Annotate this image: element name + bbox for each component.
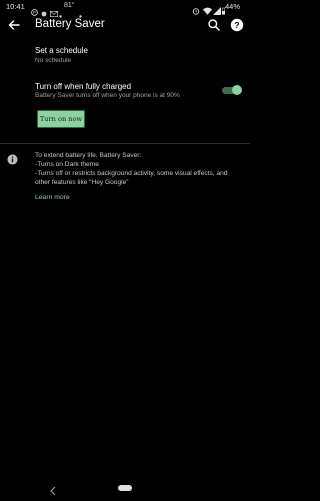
help-icon: ? — [230, 18, 244, 32]
svg-text:?: ? — [234, 20, 239, 30]
search-icon — [208, 19, 220, 31]
info-icon — [7, 152, 18, 170]
turn-off-title: Turn off when fully charged — [35, 82, 132, 91]
info-line: To extend battery life, Battery Saver: — [35, 152, 142, 159]
info-line: -Turns off or restricts background activ… — [35, 170, 228, 177]
back-button[interactable] — [6, 17, 22, 33]
nav-back-button[interactable] — [49, 483, 57, 501]
divider — [0, 143, 250, 144]
turn-on-now-button[interactable]: Turn on now — [37, 110, 85, 128]
alarm-icon — [192, 2, 200, 20]
schedule-subtitle: No schedule — [35, 57, 72, 64]
help-button[interactable]: ? — [230, 18, 244, 32]
info-line: other features like “Hey Google” — [35, 179, 129, 186]
status-time: 10:41 — [6, 2, 25, 11]
page-title: Battery Saver — [35, 18, 105, 30]
toggle-thumb — [232, 85, 242, 95]
battery-percent: 44% — [225, 2, 241, 11]
turn-off-subtitle: Battery Saver turns off when your phone … — [35, 92, 180, 99]
search-button[interactable] — [207, 18, 221, 32]
svg-text:P: P — [33, 10, 36, 15]
chevron-left-icon — [50, 486, 56, 496]
turn-off-when-charged-row[interactable]: Turn off when fully charged Battery Save… — [0, 78, 250, 104]
info-text: To extend battery life, Battery Saver: -… — [35, 151, 245, 187]
learn-more-link[interactable]: Learn more — [35, 194, 70, 201]
info-line: -Turns on Dark theme — [35, 161, 99, 168]
schedule-title: Set a schedule — [35, 46, 88, 55]
status-bar: 10:41 P 81° 44% — [0, 0, 250, 18]
schedule-row[interactable]: Set a schedule No schedule — [0, 42, 250, 70]
home-pill[interactable] — [118, 485, 132, 491]
status-temperature: 81° — [64, 2, 75, 9]
back-arrow-icon — [8, 20, 20, 30]
